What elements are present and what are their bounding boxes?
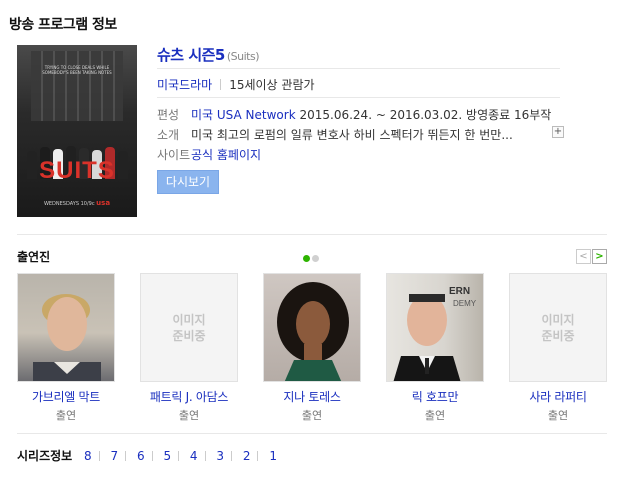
cast-card[interactable]: 지나 토레스 출연 [263,273,361,423]
cast-card[interactable]: ERN DEMY 릭 호프만 출연 [386,273,484,423]
schedule-value: 2015.06.24. ~ 2016.03.02. 방영종료 16부작 [299,108,552,122]
show-title-text[interactable]: 슈츠 시즌5 [157,46,225,64]
divider [17,234,607,235]
cast-photo-placeholder[interactable]: 이미지 준비중 [140,273,238,382]
divider [157,68,560,69]
cast-photo[interactable] [263,273,361,382]
cast-prev-button[interactable]: < [576,249,591,264]
poster-top-text: TRYING TO CLOSE DEALS WHILE SOMEBODY'S B… [42,65,112,75]
cast-card[interactable]: 이미지 준비중 패트릭 J. 아담스 출연 [140,273,238,423]
portrait-image: ERN DEMY [393,286,477,381]
cast-role: 출연 [178,409,200,422]
season-link-3[interactable]: 3 [216,449,224,463]
season-link-8[interactable]: 8 [84,449,92,463]
cast-role: 출연 [424,409,446,422]
separator [98,451,100,461]
portrait-image [277,282,349,381]
separator [204,451,206,461]
original-title: (Suits) [226,50,260,63]
poster-building-art [31,51,123,121]
site-row: 사이트공식 홈페이지 [157,146,261,163]
cast-name[interactable]: 가브리엘 막트 [17,388,115,405]
site-label: 사이트 [157,148,191,162]
rewatch-button[interactable]: 다시보기 [157,170,219,194]
poster-airtime: WEDNESDAYS 10/9c usa [43,199,111,207]
separator [257,451,259,461]
network-logo: usa [96,199,111,207]
cast-photo[interactable] [17,273,115,382]
season-link-4[interactable]: 4 [190,449,198,463]
separator [231,451,233,461]
separator [220,79,222,90]
cast-card[interactable]: 가브리엘 막트 출연 [17,273,115,423]
cast-name[interactable]: 패트릭 J. 아담스 [140,388,238,405]
page-dot-active[interactable] [303,255,310,262]
cast-page-dots [303,251,321,265]
no-image-text: 이미지 준비중 [541,312,575,343]
genre-link[interactable]: 미국드라마 [157,78,212,92]
cast-next-button[interactable]: > [592,249,607,264]
intro-label: 소개 [157,128,180,142]
cast-photo[interactable]: ERN DEMY [386,273,484,382]
expand-intro-button[interactable]: + [552,126,564,138]
season-link-7[interactable]: 7 [111,449,119,463]
intro-text: 미국 최고의 로펌의 일류 변호사 하비 스펙터가 뛰든지 한 번만... [191,128,513,142]
official-site-link[interactable]: 공식 홈페이지 [191,148,261,162]
cast-name[interactable]: 사라 라퍼티 [509,388,607,405]
cast-name[interactable]: 지나 토레스 [263,388,361,405]
cast-title: 출연진 [17,250,51,264]
season-link-6[interactable]: 6 [137,449,145,463]
intro-row: 소개 미국 최고의 로펌의 일류 변호사 하비 스펙터가 뛰든지 한 번만... [157,126,513,143]
series-label: 시리즈정보 [17,449,73,463]
show-meta: 미국드라마 15세이상 관람가 [157,76,315,93]
age-rating: 15세이상 관람가 [229,78,315,92]
portrait-image [33,294,101,381]
season-link-2[interactable]: 2 [243,449,251,463]
show-poster[interactable]: TRYING TO CLOSE DEALS WHILE SOMEBODY'S B… [17,45,137,217]
season-link-1[interactable]: 1 [269,449,277,463]
cast-name[interactable]: 릭 호프만 [386,388,484,405]
season-link-5[interactable]: 5 [163,449,171,463]
cast-role: 출연 [547,409,569,422]
svg-text:DEMY: DEMY [453,299,477,308]
no-image-text: 이미지 준비중 [172,312,206,343]
svg-text:ERN: ERN [449,286,470,297]
schedule-row: 편성 미국 USA Network 2015.06.24. ~ 2016.03.0… [157,106,551,123]
separator [178,451,180,461]
divider [157,97,560,98]
section-title: 방송 프로그램 정보 [9,17,117,33]
poster-logo: SUITS [39,157,115,184]
page-dot[interactable] [312,255,319,262]
schedule-label: 편성 [157,108,180,122]
cast-role: 출연 [301,409,323,422]
cast-role: 출연 [55,409,77,422]
show-title[interactable]: 슈츠 시즌5 (Suits) [157,44,260,65]
series-info: 시리즈정보 8 7 6 5 4 3 2 1 [17,447,277,464]
separator [151,451,153,461]
cast-card[interactable]: 이미지 준비중 사라 라퍼티 출연 [509,273,607,423]
network-link[interactable]: 미국 USA Network [191,108,296,122]
divider [17,433,607,434]
separator [125,451,127,461]
cast-photo-placeholder[interactable]: 이미지 준비중 [509,273,607,382]
